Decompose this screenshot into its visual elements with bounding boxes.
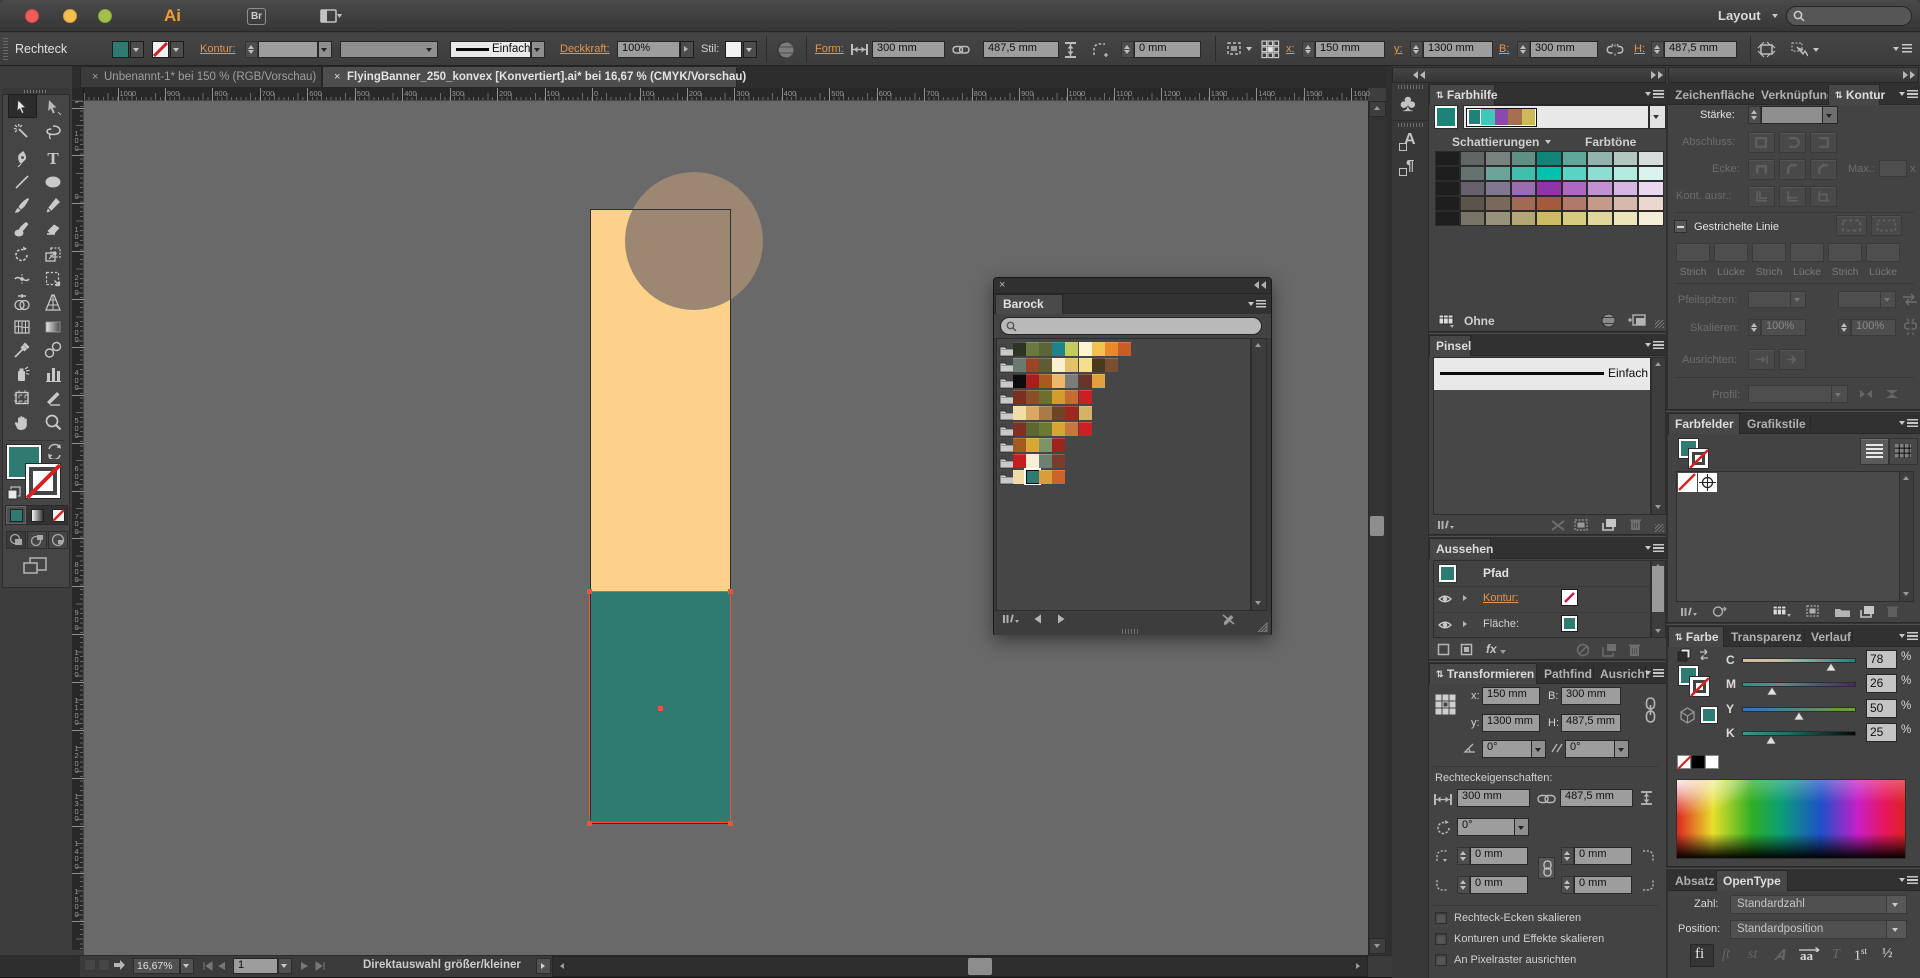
svg-text:T: T	[47, 149, 59, 167]
